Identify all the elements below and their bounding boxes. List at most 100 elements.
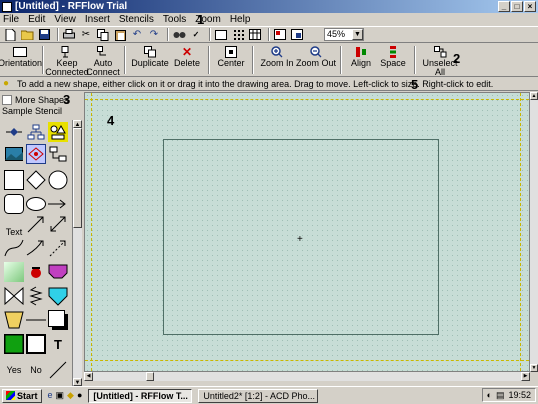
save-icon[interactable] xyxy=(37,28,51,41)
paste-icon[interactable] xyxy=(113,28,127,41)
more-shapes-label: More Shapes xyxy=(15,94,69,105)
page-view-icon[interactable] xyxy=(214,28,228,41)
canvas-horizontal-scrollbar[interactable]: ◀ ▶ xyxy=(84,372,530,381)
tray-volume-icon[interactable]: ◐ xyxy=(487,390,492,400)
flowchart-set-shape-icon[interactable] xyxy=(48,144,68,164)
drawing-area[interactable]: 4 + xyxy=(84,92,530,372)
maximize-button[interactable]: □ xyxy=(511,1,523,12)
diagonal-arrow-shape-icon[interactable] xyxy=(26,214,46,234)
curved-arrow-shape-icon[interactable] xyxy=(26,238,46,258)
grid-icon[interactable] xyxy=(231,28,245,41)
app-icon[interactable] xyxy=(2,1,12,12)
zoom-out-label: Zoom Out xyxy=(296,58,337,68)
trapezoid-shape-icon[interactable] xyxy=(4,310,24,330)
ellipse-shape-icon[interactable] xyxy=(26,194,46,214)
menu-file[interactable]: File xyxy=(3,14,19,25)
bowtie-shape-icon[interactable] xyxy=(4,286,24,306)
menu-edit[interactable]: Edit xyxy=(28,14,45,25)
outlook-icon[interactable]: ◆ xyxy=(67,390,74,401)
arrow-line-shape-icon[interactable] xyxy=(48,194,68,214)
scroll-up-icon[interactable]: ▲ xyxy=(73,120,82,128)
rectangle-shape-icon[interactable] xyxy=(4,170,24,190)
scroll-left-icon[interactable]: ◀ xyxy=(84,372,93,381)
network-shape-icon[interactable] xyxy=(26,144,46,164)
circle-shape-icon[interactable] xyxy=(48,170,68,190)
spell-check-icon[interactable]: ✓ xyxy=(189,28,203,41)
cut-icon[interactable]: ✂ xyxy=(79,28,93,41)
menu-view[interactable]: View xyxy=(54,14,76,25)
stencil-name: Sample Stencil xyxy=(2,106,63,116)
duplicate-button[interactable]: Duplicate xyxy=(130,44,170,68)
scroll-up-icon[interactable]: ▲ xyxy=(530,92,538,100)
undo-icon[interactable]: ↶ xyxy=(130,28,144,41)
copy-icon[interactable] xyxy=(96,28,110,41)
menu-stencils[interactable]: Stencils xyxy=(119,14,154,25)
title-bar[interactable]: [Untitled] - RFFlow Trial _ □ × xyxy=(0,0,538,13)
zoom-in-button[interactable]: Zoom In xyxy=(258,44,296,68)
scroll-thumb[interactable] xyxy=(73,128,82,228)
zoom-dropdown-icon[interactable]: ▼ xyxy=(352,29,363,40)
canvas-vertical-scrollbar[interactable]: ▲ ▼ xyxy=(530,92,538,372)
new-file-icon[interactable] xyxy=(3,28,17,41)
table-icon[interactable] xyxy=(248,28,262,41)
org-chart-shape-icon[interactable] xyxy=(26,122,46,142)
white-box-shape-icon[interactable] xyxy=(26,334,46,354)
gradient-box-shape-icon[interactable] xyxy=(4,262,24,282)
find-icon[interactable] xyxy=(172,28,186,41)
double-arrow-shape-icon[interactable] xyxy=(48,214,68,234)
shield-shape-icon[interactable] xyxy=(48,286,68,306)
dashed-arrow-shape-icon[interactable] xyxy=(48,238,68,258)
snap-icon[interactable] xyxy=(273,28,287,41)
scroll-down-icon[interactable]: ▼ xyxy=(73,378,82,386)
start-button[interactable]: Start xyxy=(2,388,42,403)
align-button[interactable]: Align xyxy=(346,44,376,68)
taskbar-acd-photo[interactable]: Untitled2* [1:2] - ACD Pho... xyxy=(198,388,319,403)
open-folder-icon[interactable] xyxy=(20,28,34,41)
scroll-thumb[interactable] xyxy=(146,372,154,381)
big-text-shape-icon[interactable]: T xyxy=(48,334,68,354)
scroll-down-icon[interactable]: ▼ xyxy=(530,364,538,372)
center-button[interactable]: Center xyxy=(214,44,248,68)
image-shape-icon[interactable] xyxy=(4,144,24,164)
menu-tools[interactable]: Tools xyxy=(163,14,186,25)
toolbar-separator xyxy=(167,28,169,41)
shadow-box-shape-icon[interactable] xyxy=(48,310,68,330)
more-shapes-button[interactable]: More Shapes xyxy=(2,94,69,105)
decision-connector-shape-icon[interactable] xyxy=(4,122,24,142)
zoom-out-button[interactable]: Zoom Out xyxy=(296,44,336,68)
ie-icon[interactable]: e xyxy=(48,390,53,401)
minimize-button[interactable]: _ xyxy=(498,1,510,12)
menu-insert[interactable]: Insert xyxy=(85,14,110,25)
auto-connect-button[interactable]: Auto Connect xyxy=(86,44,120,77)
stencil-scrollbar[interactable]: ▲ ▼ xyxy=(72,120,82,386)
no-label-shape-icon[interactable]: No xyxy=(26,360,46,380)
scroll-right-icon[interactable]: ▶ xyxy=(521,372,530,381)
hint-text: To add a new shape, either click on it o… xyxy=(17,79,494,89)
flowchart-shape-icon[interactable] xyxy=(48,122,68,142)
curve-shape-icon[interactable] xyxy=(4,238,24,258)
keep-connected-button[interactable]: Keep Connected xyxy=(45,44,89,77)
rounded-rectangle-shape-icon[interactable] xyxy=(4,194,24,214)
space-button[interactable]: Space xyxy=(376,44,410,68)
media-icon[interactable]: ● xyxy=(77,390,82,401)
page-icon xyxy=(12,46,28,58)
layers-icon[interactable] xyxy=(290,28,304,41)
display-shape-icon[interactable] xyxy=(48,262,68,282)
zigzag-shape-icon[interactable] xyxy=(26,286,46,306)
auto-connect-icon xyxy=(95,46,111,58)
green-box-shape-icon[interactable] xyxy=(4,334,24,354)
yes-label-shape-icon[interactable]: Yes xyxy=(4,360,24,380)
tray-network-icon[interactable]: ▤ xyxy=(496,390,505,401)
diamond-shape-icon[interactable] xyxy=(26,170,46,190)
line-shape-icon[interactable] xyxy=(26,310,46,330)
print-icon[interactable] xyxy=(62,28,76,41)
redo-icon[interactable]: ↷ xyxy=(147,28,161,41)
clipart-shape-icon[interactable] xyxy=(26,262,46,282)
orientation-button[interactable]: Orientation xyxy=(0,44,42,68)
taskbar-rfflow[interactable]: [Untitled] - RFFlow T... xyxy=(88,388,193,403)
menu-help[interactable]: Help xyxy=(230,14,251,25)
close-button[interactable]: × xyxy=(524,1,536,12)
desktop-icon[interactable]: ▣ xyxy=(56,390,65,401)
diagonal-line-shape-icon[interactable] xyxy=(48,360,68,380)
delete-button[interactable]: ✕ Delete xyxy=(170,44,204,68)
